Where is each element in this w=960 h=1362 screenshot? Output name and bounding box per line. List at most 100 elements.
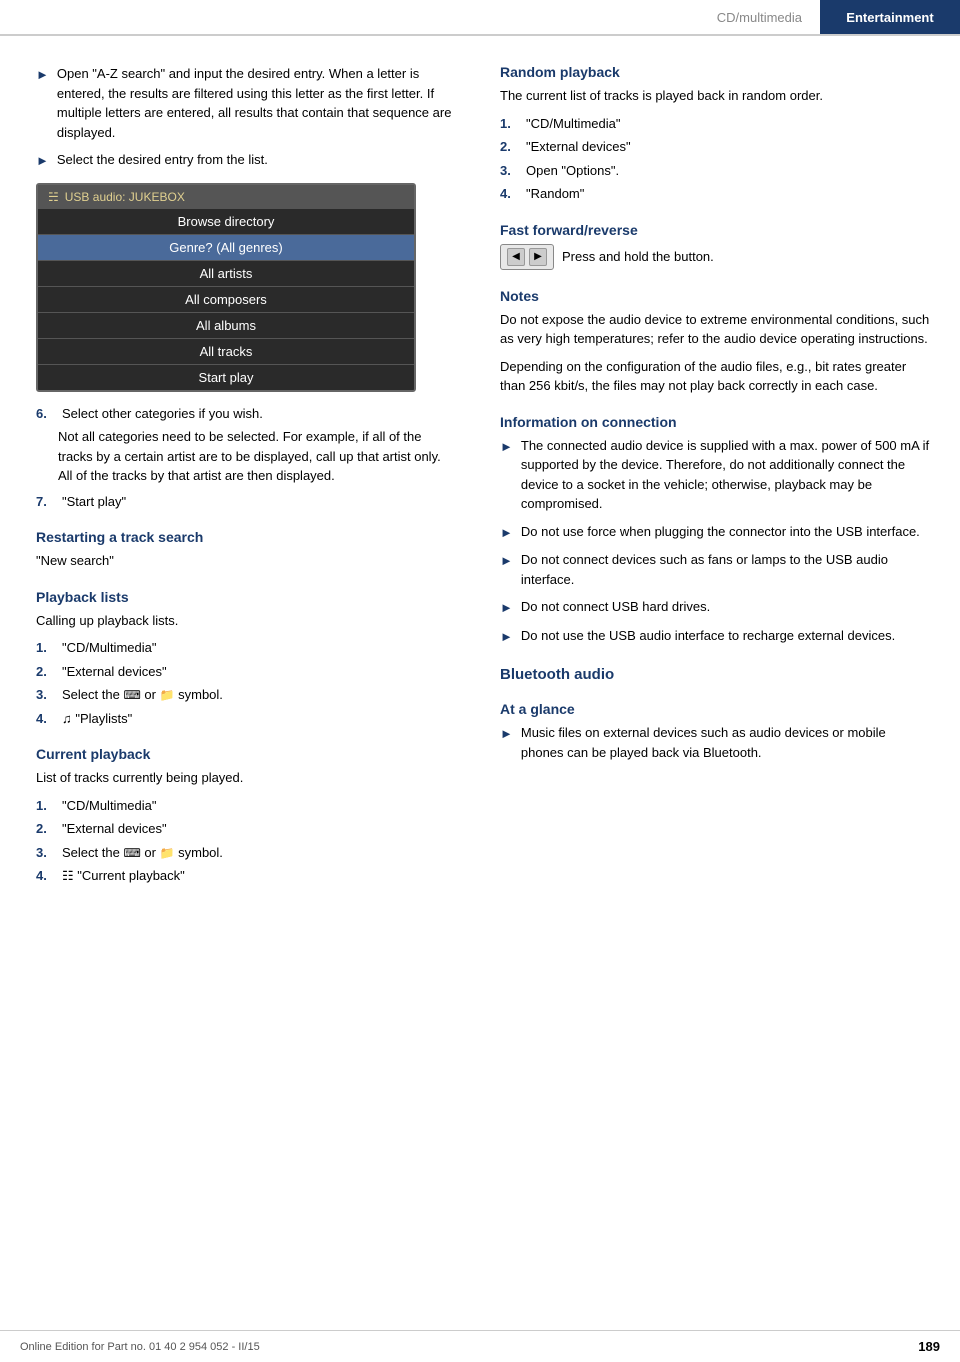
info-bullet-3: ► Do not connect devices such as fans or… — [500, 550, 932, 589]
current-step-4-num: 4. — [36, 866, 54, 886]
restarting-text: "New search" — [36, 551, 452, 571]
usb-menu-artists[interactable]: All artists — [38, 261, 414, 287]
random-step-1: 1. "CD/Multimedia" — [500, 114, 932, 134]
ff-button-group[interactable]: ◀ ▶ — [500, 244, 554, 270]
current-playback-icon: ☷ — [62, 868, 74, 883]
header-cd-label: CD/multimedia — [699, 10, 820, 25]
step-7-text: "Start play" — [62, 492, 452, 512]
usb-menu-browse[interactable]: Browse directory — [38, 209, 414, 235]
info-title: Information on connection — [500, 414, 932, 430]
right-column: Random playback The current list of trac… — [480, 64, 960, 890]
step-6: 6. Select other categories if you wish. — [36, 404, 452, 424]
phone-icon: ⌨ — [123, 688, 140, 702]
playback-step-4-text: ♫ "Playlists" — [62, 709, 452, 729]
usb-menu-tracks[interactable]: All tracks — [38, 339, 414, 365]
info-arrow-3: ► — [500, 551, 513, 571]
header-section-label: Entertainment — [820, 0, 960, 34]
at-glance-title: At a glance — [500, 701, 932, 717]
current-step-4: 4. ☷ "Current playback" — [36, 866, 452, 886]
ff-title: Fast forward/reverse — [500, 222, 932, 238]
current-playback-title: Current playback — [36, 746, 452, 762]
playback-step-2-text: "External devices" — [62, 662, 452, 682]
usb-menu-albums[interactable]: All albums — [38, 313, 414, 339]
random-step-2-num: 2. — [500, 137, 518, 157]
info-arrow-5: ► — [500, 627, 513, 647]
random-playback-intro: The current list of tracks is played bac… — [500, 86, 932, 106]
ff-row: ◀ ▶ Press and hold the button. — [500, 244, 932, 270]
playback-step-2: 2. "External devices" — [36, 662, 452, 682]
current-step-4-text: ☷ "Current playback" — [62, 866, 452, 886]
folder-icon-2: 📁 — [160, 846, 175, 860]
folder-icon: 📁 — [160, 688, 175, 702]
playlist-icon: ♫ — [62, 711, 72, 726]
bullet-az-search: ► Open "A-Z search" and input the desire… — [36, 64, 452, 142]
info-bullet-2: ► Do not use force when plugging the con… — [500, 522, 932, 543]
bullet-select-entry-text: Select the desired entry from the list. — [57, 150, 452, 170]
at-glance-text: Music files on external devices such as … — [521, 723, 932, 762]
ff-text: Press and hold the button. — [562, 247, 714, 267]
bullet-select-entry: ► Select the desired entry from the list… — [36, 150, 452, 171]
notes-text1: Do not expose the audio device to extrem… — [500, 310, 932, 349]
playback-step-3: 3. Select the ⌨ or 📁 symbol. — [36, 685, 452, 705]
usb-title: USB audio: JUKEBOX — [65, 190, 185, 204]
random-step-3: 3. Open "Options". — [500, 161, 932, 181]
random-step-1-text: "CD/Multimedia" — [526, 114, 932, 134]
playback-step-1-num: 1. — [36, 638, 54, 658]
info-bullet-3-text: Do not connect devices such as fans or l… — [521, 550, 932, 589]
current-step-3: 3. Select the ⌨ or 📁 symbol. — [36, 843, 452, 863]
usb-menu-startplay[interactable]: Start play — [38, 365, 414, 390]
playback-step-1-text: "CD/Multimedia" — [62, 638, 452, 658]
playback-step-1: 1. "CD/Multimedia" — [36, 638, 452, 658]
restarting-title: Restarting a track search — [36, 529, 452, 545]
current-step-1-num: 1. — [36, 796, 54, 816]
step-7: 7. "Start play" — [36, 492, 452, 512]
info-bullet-4-text: Do not connect USB hard drives. — [521, 597, 932, 617]
random-step-3-num: 3. — [500, 161, 518, 181]
random-step-1-num: 1. — [500, 114, 518, 134]
random-playback-title: Random playback — [500, 64, 932, 80]
current-step-3-num: 3. — [36, 843, 54, 863]
usb-header-bar: ☵ USB audio: JUKEBOX — [38, 185, 414, 209]
info-bullet-5: ► Do not use the USB audio interface to … — [500, 626, 932, 647]
random-step-4-text: "Random" — [526, 184, 932, 204]
bullet-az-search-text: Open "A-Z search" and input the desired … — [57, 64, 452, 142]
at-glance-arrow: ► — [500, 724, 513, 744]
main-content: ► Open "A-Z search" and input the desire… — [0, 36, 960, 930]
info-arrow-2: ► — [500, 523, 513, 543]
bluetooth-title: Bluetooth audio — [500, 666, 932, 683]
current-playback-intro: List of tracks currently being played. — [36, 768, 452, 788]
left-column: ► Open "A-Z search" and input the desire… — [0, 64, 480, 890]
current-step-3-text: Select the ⌨ or 📁 symbol. — [62, 843, 452, 863]
usb-menu-composers[interactable]: All composers — [38, 287, 414, 313]
footer-online-text: Online Edition for Part no. 01 40 2 954 … — [20, 1341, 260, 1353]
playback-step-4-num: 4. — [36, 709, 54, 729]
page-header: CD/multimedia Entertainment — [0, 0, 960, 36]
playback-step-2-num: 2. — [36, 662, 54, 682]
fastforward-button[interactable]: ▶ — [529, 248, 547, 266]
playback-step-3-text: Select the ⌨ or 📁 symbol. — [62, 685, 452, 705]
current-step-2: 2. "External devices" — [36, 819, 452, 839]
playback-step-4: 4. ♫ "Playlists" — [36, 709, 452, 729]
page-footer: Online Edition for Part no. 01 40 2 954 … — [0, 1330, 960, 1362]
bullet-arrow-icon-2: ► — [36, 151, 49, 171]
info-bullet-1-text: The connected audio device is supplied w… — [521, 436, 932, 514]
rewind-button[interactable]: ◀ — [507, 248, 525, 266]
playback-step-3-num: 3. — [36, 685, 54, 705]
info-bullet-2-text: Do not use force when plugging the conne… — [521, 522, 932, 542]
info-bullet-1: ► The connected audio device is supplied… — [500, 436, 932, 514]
step-6-detail: Not all categories need to be selected. … — [58, 427, 452, 486]
playback-intro: Calling up playback lists. — [36, 611, 452, 631]
playback-title: Playback lists — [36, 589, 452, 605]
usb-menu-genre[interactable]: Genre? (All genres) — [38, 235, 414, 261]
random-step-2: 2. "External devices" — [500, 137, 932, 157]
info-arrow-1: ► — [500, 437, 513, 457]
bullet-arrow-icon: ► — [36, 65, 49, 85]
current-step-2-text: "External devices" — [62, 819, 452, 839]
random-step-3-text: Open "Options". — [526, 161, 932, 181]
current-step-1: 1. "CD/Multimedia" — [36, 796, 452, 816]
notes-title: Notes — [500, 288, 932, 304]
step-6-num: 6. — [36, 404, 54, 424]
info-bullet-5-text: Do not use the USB audio interface to re… — [521, 626, 932, 646]
phone-icon-2: ⌨ — [123, 846, 140, 860]
notes-text2: Depending on the configuration of the au… — [500, 357, 932, 396]
